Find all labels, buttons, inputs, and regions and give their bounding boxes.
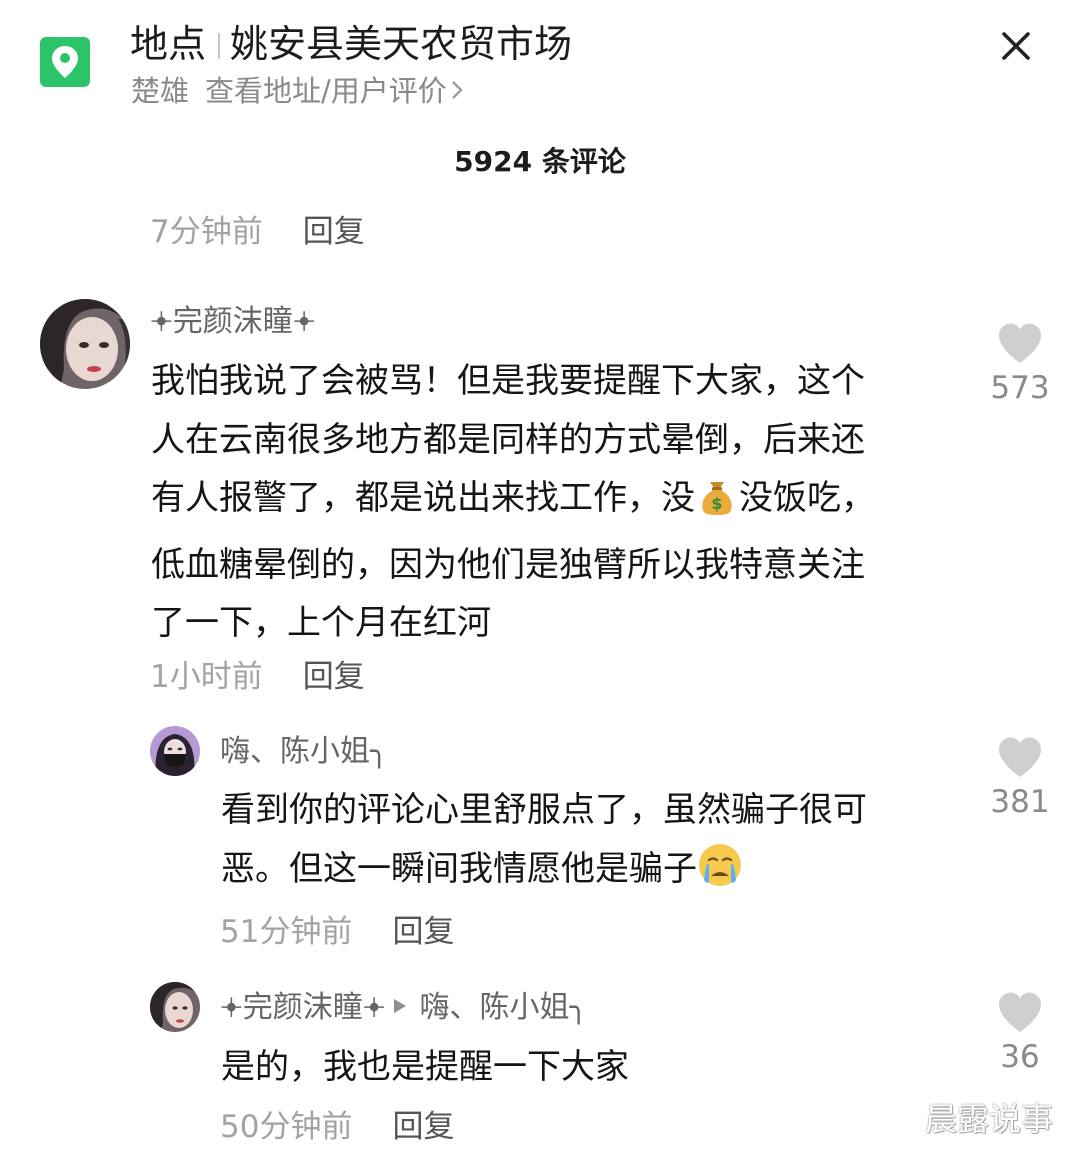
like-count: 36 (1000, 1039, 1040, 1075)
comment-line: 低血糖晕倒的，因为他们是独臂所以我特意关注 (151, 544, 865, 585)
avatar[interactable] (150, 982, 200, 1032)
close-icon (1002, 32, 1030, 60)
money-bag-icon: $ (695, 473, 739, 536)
comment-time: 7分钟前 (150, 214, 263, 250)
city-name: 楚雄 (131, 74, 190, 108)
like-count: 381 (990, 784, 1050, 820)
reply-username[interactable]: 𖥔完颜沫瞳𖥔 (220, 990, 385, 1025)
comment-username[interactable]: 𖥔完颜沫瞳𖥔 (150, 300, 315, 344)
reply-button[interactable]: 回复 (303, 214, 365, 250)
comment-time: 1小时前 (150, 659, 263, 695)
address-link[interactable]: 查看地址/用户评价 (205, 74, 447, 108)
reply-to-username[interactable]: 嗨、陈小姐╮ (419, 990, 587, 1025)
reply-text: 看到你的评论心里舒服点了，虽然骗子很可 恶。但这一瞬间我情愿他是骗子 (221, 781, 867, 906)
reply-meta: 51分钟前 回复 (220, 910, 454, 954)
like-count: 573 (990, 370, 1050, 406)
comment-line: 看到你的评论心里舒服点了，虽然骗子很可 (221, 790, 867, 830)
svg-text:$: $ (711, 494, 722, 513)
comment-line: 有人报警了，都是说出来找工作，没 $ 没饭吃， (151, 469, 875, 536)
title-divider (218, 33, 221, 59)
chevron-right-icon (451, 81, 463, 99)
avatar[interactable] (40, 299, 130, 389)
heart-icon (999, 323, 1041, 363)
reply-button[interactable]: 回复 (303, 659, 365, 695)
heart-icon (999, 992, 1041, 1032)
comment-count: 5924 条评论 (454, 145, 626, 178)
comment-line: 了一下，上个月在红河 (151, 603, 491, 643)
heart-icon (999, 737, 1041, 777)
reply-meta: 50分钟前 回复 (220, 1105, 454, 1149)
comment-line: 是的，我也是提醒一下大家 (221, 1047, 629, 1087)
like-button[interactable]: 573 (975, 322, 1065, 408)
location-label: 地点 (130, 22, 207, 66)
comment-meta: 1小时前 回复 (150, 655, 365, 699)
comment-line: 我怕我说了会被骂！但是我要提醒下大家，这个 (151, 361, 865, 401)
like-button[interactable]: 36 (975, 991, 1065, 1077)
comment-time: 50分钟前 (220, 1109, 353, 1145)
comment-meta: 7分钟前 回复 (150, 210, 365, 254)
comment-text: 我怕我说了会被骂！但是我要提醒下大家，这个 人在云南很多地方都是同样的方式晕倒，… (151, 352, 875, 653)
watermark: 晨露说事 (925, 1100, 1054, 1138)
location-title[interactable]: 地点 姚安县美天农贸市场 (130, 18, 572, 70)
comment-time: 51分钟前 (220, 914, 353, 950)
location-subtitle[interactable]: 楚雄 查看地址/用户评价 (131, 70, 463, 112)
location-header: 地点 姚安县美天农贸市场 楚雄 查看地址/用户评价 (0, 0, 1080, 130)
close-button[interactable] (994, 24, 1038, 68)
location-pin-icon[interactable] (40, 37, 90, 87)
reply-button[interactable]: 回复 (392, 1109, 454, 1145)
reply-button[interactable]: 回复 (392, 914, 454, 950)
comment-line: 人在云南很多地方都是同样的方式晕倒，后来还 (151, 419, 865, 460)
reply-text: 是的，我也是提醒一下大家 (221, 1038, 629, 1097)
reply-username[interactable]: 嗨、陈小姐╮ (220, 730, 388, 774)
like-button[interactable]: 381 (975, 736, 1065, 822)
place-name: 姚安县美天农贸市场 (230, 22, 573, 66)
crying-face-icon (697, 842, 743, 907)
avatar[interactable] (150, 726, 200, 776)
reply-to-arrow-icon (394, 999, 407, 1013)
comment-line: 恶。但这一瞬间我情愿他是骗子 (221, 840, 867, 907)
reply-username-row: 𖥔完颜沫瞳𖥔 嗨、陈小姐╮ (220, 986, 588, 1030)
